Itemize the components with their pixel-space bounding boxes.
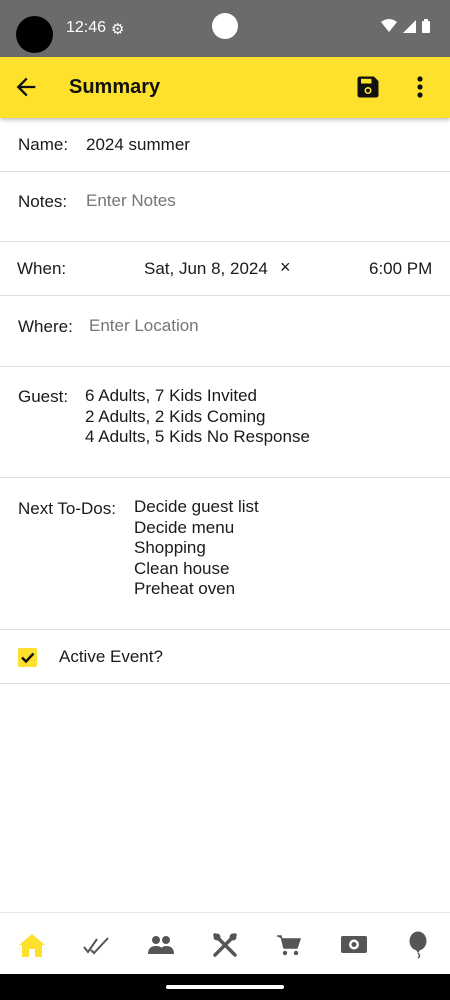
app-bar: Summary: [0, 57, 450, 118]
people-icon: [148, 936, 174, 954]
notes-row: Notes:: [0, 172, 450, 242]
active-event-row: Active Event?: [0, 630, 450, 684]
gesture-handle[interactable]: [166, 985, 284, 989]
camera-cutout: [16, 16, 53, 53]
back-arrow-icon[interactable]: [12, 73, 40, 101]
nav-todos[interactable]: [81, 930, 111, 960]
front-camera: [212, 13, 238, 39]
notes-input[interactable]: [86, 191, 336, 211]
when-row: When: Sat, Jun 8, 2024 × 6:00 PM: [0, 242, 450, 296]
notes-label: Notes:: [18, 192, 68, 211]
nav-menu[interactable]: [210, 930, 240, 960]
date-value[interactable]: Sat, Jun 8, 2024: [144, 259, 268, 279]
guest-line: 2 Adults, 2 Kids Coming: [85, 406, 266, 426]
nav-guests[interactable]: [146, 930, 176, 960]
cart-icon: [277, 935, 302, 956]
clear-date-button[interactable]: ×: [280, 257, 291, 278]
nav-budget[interactable]: [339, 930, 369, 960]
time-value[interactable]: 6:00 PM: [369, 259, 432, 279]
nav-party[interactable]: [403, 930, 433, 960]
todo-item: Decide menu: [134, 517, 235, 537]
checkmarks-icon: [83, 937, 109, 955]
guest-summary[interactable]: 6 Adults, 7 Kids Invited 2 Adults, 2 Kid…: [85, 386, 310, 448]
money-icon: [341, 936, 367, 953]
name-row: Name: 2024 summer: [0, 118, 450, 172]
todo-item: Shopping: [134, 538, 206, 557]
bottom-nav: [0, 912, 450, 974]
wifi-icon: [381, 19, 397, 32]
where-row: Where:: [0, 296, 450, 367]
more-vert-icon[interactable]: [408, 73, 432, 101]
check-icon: [21, 652, 35, 664]
todo-item: Decide guest list: [134, 497, 259, 516]
page-title: Summary: [69, 76, 161, 98]
status-bar: 12:46 ⚙: [0, 0, 450, 57]
settings-status-icon: ⚙: [111, 21, 125, 38]
balloon-icon: [409, 931, 427, 959]
todo-item: Preheat oven: [134, 579, 236, 598]
signal-icon: [403, 19, 416, 33]
guest-line: 6 Adults, 7 Kids Invited: [85, 386, 257, 405]
guest-label: Guest:: [18, 387, 69, 406]
name-label: Name:: [18, 135, 69, 154]
where-label: Where:: [18, 317, 73, 336]
location-input[interactable]: [89, 316, 339, 336]
status-icons: [381, 19, 430, 33]
home-icon: [19, 934, 45, 957]
save-icon[interactable]: [354, 73, 382, 101]
guest-line: 4 Adults, 5 Kids No Response: [85, 427, 310, 446]
nav-home[interactable]: [17, 930, 47, 960]
nav-shopping[interactable]: [274, 930, 304, 960]
todos-row: Next To-Dos: Decide guest list Decide me…: [0, 478, 450, 630]
guest-row: Guest: 6 Adults, 7 Kids Invited 2 Adults…: [0, 367, 450, 478]
gesture-bar: [0, 974, 450, 1000]
when-label: When:: [17, 259, 67, 278]
name-value[interactable]: 2024 summer: [86, 135, 190, 155]
active-event-label: Active Event?: [59, 647, 163, 666]
todos-list[interactable]: Decide guest list Decide menu Shopping C…: [134, 497, 259, 600]
todos-label: Next To-Dos:: [18, 499, 116, 518]
active-event-checkbox[interactable]: [18, 648, 37, 667]
todo-item: Clean house: [134, 558, 230, 578]
status-time: 12:46: [66, 19, 107, 36]
utensils-icon: [213, 933, 237, 957]
battery-icon: [422, 19, 430, 33]
